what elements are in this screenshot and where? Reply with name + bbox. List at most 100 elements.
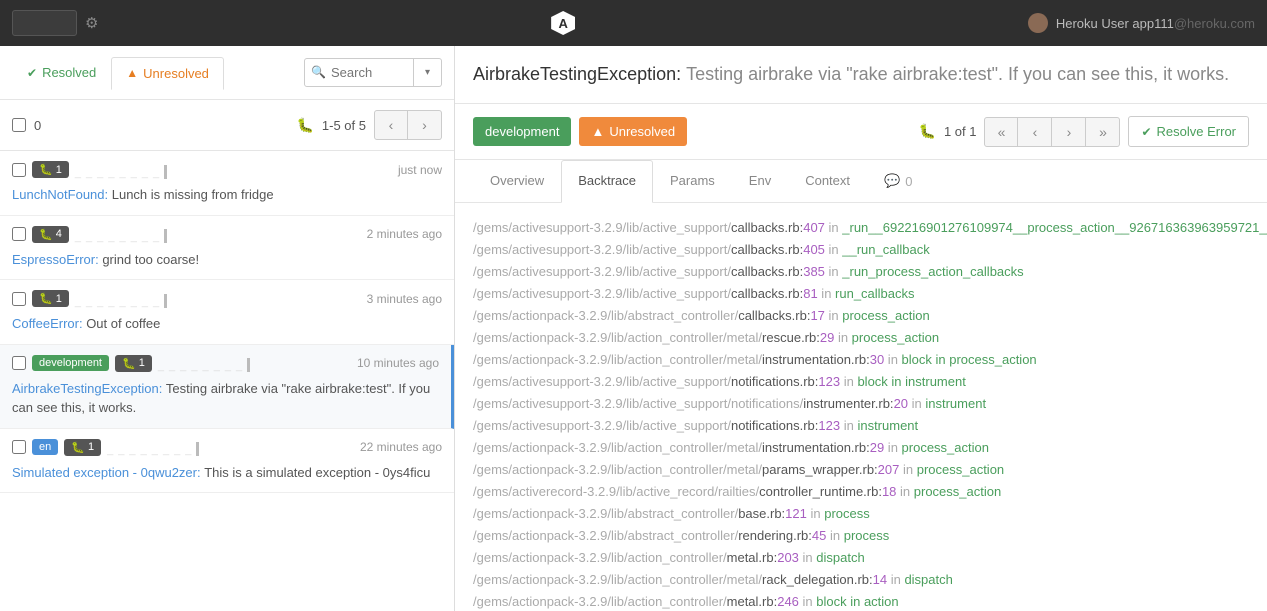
bt-function: process_action: [842, 308, 929, 323]
error-message: Lunch is missing from fridge: [112, 187, 274, 202]
error-item[interactable]: 🐛 4 _ _ _ _ _ _ _ _ 2 minutes agoEspress…: [0, 216, 454, 281]
backtrace-line: /gems/actionpack-3.2.9/lib/action_contro…: [473, 327, 1249, 349]
last-button[interactable]: »: [1086, 117, 1120, 147]
bug-icon: 🐛: [296, 117, 313, 134]
error-type-label: AirbrakeTestingException:: [12, 381, 166, 396]
prev-button[interactable]: ‹: [1018, 117, 1052, 147]
next-page-button[interactable]: ›: [408, 110, 442, 140]
env-badge[interactable]: development: [473, 117, 571, 146]
badge: development: [32, 355, 109, 371]
bt-path: /gems/activesupport-3.2.9/lib/active_sup…: [473, 286, 731, 301]
search-dropdown[interactable]: ▾: [414, 58, 442, 87]
bt-in: in: [840, 418, 857, 433]
error-type-label: EspressoError:: [12, 252, 102, 267]
bt-file: rescue.rb:: [762, 330, 820, 345]
bt-function: instrument: [857, 418, 918, 433]
badge: 🐛 4: [32, 226, 69, 243]
bt-function: block in action: [816, 594, 898, 609]
error-item[interactable]: en🐛 1 _ _ _ _ _ _ _ _ 22 minutes agoSimu…: [0, 429, 454, 494]
tab-context[interactable]: Context: [788, 160, 867, 202]
bt-path: /gems/activesupport-3.2.9/lib/active_sup…: [473, 396, 803, 411]
user-menu[interactable]: Heroku User app111@heroku.com: [1028, 13, 1255, 33]
bt-lineno: 14: [873, 572, 887, 587]
sparkline: _ _ _ _ _ _ _ _: [107, 442, 199, 452]
bt-function: _run_process_action_callbacks: [842, 264, 1023, 279]
bt-path: /gems/activerecord-3.2.9/lib/active_reco…: [473, 484, 759, 499]
bt-in: in: [825, 264, 842, 279]
error-checkbox[interactable]: [12, 292, 26, 306]
bt-path: /gems/actionpack-3.2.9/lib/action_contro…: [473, 572, 762, 587]
bt-function: _run__692216901276109974__process_action…: [842, 220, 1267, 235]
error-checkbox[interactable]: [12, 163, 26, 177]
bt-function: block in process_action: [902, 352, 1037, 367]
detail-pager-label: 1 of 1: [944, 124, 977, 139]
bt-path: /gems/activesupport-3.2.9/lib/active_sup…: [473, 242, 731, 257]
bug-icon: 🐛: [39, 292, 53, 305]
bt-path: /gems/actionpack-3.2.9/lib/action_contro…: [473, 550, 727, 565]
error-checkbox[interactable]: [12, 356, 26, 370]
status-badge[interactable]: ▲Unresolved: [579, 117, 687, 146]
error-type-label: LunchNotFound:: [12, 187, 112, 202]
bt-lineno: 123: [818, 418, 840, 433]
prev-page-button[interactable]: ‹: [374, 110, 408, 140]
logo[interactable]: A: [551, 11, 575, 35]
check-icon: ✔: [27, 66, 37, 80]
bt-in: in: [825, 220, 842, 235]
bt-path: /gems/actionpack-3.2.9/lib/action_contro…: [473, 352, 762, 367]
bt-path: /gems/actionpack-3.2.9/lib/action_contro…: [473, 330, 762, 345]
bt-lineno: 123: [818, 374, 840, 389]
bug-icon: 🐛: [919, 123, 936, 140]
backtrace-line: /gems/activesupport-3.2.9/lib/active_sup…: [473, 239, 1249, 261]
resolve-button[interactable]: ✔Resolve Error: [1128, 116, 1249, 147]
tab-env[interactable]: Env: [732, 160, 788, 202]
error-title: Simulated exception - 0qwu2zer: This is …: [12, 463, 442, 483]
error-type-label: CoffeeError:: [12, 316, 86, 331]
sparkline: _ _ _ _ _ _ _ _: [75, 165, 167, 175]
tab-overview[interactable]: Overview: [473, 160, 561, 202]
error-item[interactable]: 🐛 1 _ _ _ _ _ _ _ _ 3 minutes agoCoffeeE…: [0, 280, 454, 345]
tab-resolved-label: Resolved: [42, 65, 96, 80]
app-selector[interactable]: [12, 10, 77, 36]
badge: en: [32, 439, 58, 455]
next-button[interactable]: ›: [1052, 117, 1086, 147]
backtrace-line: /gems/actionpack-3.2.9/lib/abstract_cont…: [473, 525, 1249, 547]
bt-path: /gems/activesupport-3.2.9/lib/active_sup…: [473, 374, 731, 389]
error-message: This is a simulated exception - 0ys4ficu: [204, 465, 430, 480]
backtrace-line: /gems/activesupport-3.2.9/lib/active_sup…: [473, 371, 1249, 393]
warning-icon: ▲: [126, 66, 138, 80]
bug-icon: 🐛: [122, 357, 136, 370]
gear-icon[interactable]: ⚙: [85, 14, 98, 32]
tab-unresolved[interactable]: ▲Unresolved: [111, 57, 224, 90]
bt-function: instrument: [925, 396, 986, 411]
tab-comments[interactable]: 💬0: [867, 160, 929, 202]
tab-backtrace[interactable]: Backtrace: [561, 160, 653, 203]
tab-params[interactable]: Params: [653, 160, 732, 202]
bug-icon: 🐛: [39, 163, 53, 176]
bt-path: /gems/activesupport-3.2.9/lib/active_sup…: [473, 264, 731, 279]
error-type-label: Simulated exception - 0qwu2zer:: [12, 465, 204, 480]
badge: 🐛 1: [64, 439, 101, 456]
select-all-checkbox[interactable]: [12, 118, 26, 132]
backtrace-line: /gems/actionpack-3.2.9/lib/abstract_cont…: [473, 503, 1249, 525]
tab-resolved[interactable]: ✔ Resolved: [12, 56, 111, 89]
bt-function: dispatch: [816, 550, 864, 565]
bt-path: /gems/activesupport-3.2.9/lib/active_sup…: [473, 220, 731, 235]
error-title: CoffeeError: Out of coffee: [12, 314, 442, 334]
bt-lineno: 29: [820, 330, 834, 345]
error-item[interactable]: 🐛 1 _ _ _ _ _ _ _ _ just nowLunchNotFoun…: [0, 151, 454, 216]
error-item[interactable]: development🐛 1 _ _ _ _ _ _ _ _ 10 minute…: [0, 345, 454, 429]
first-button[interactable]: «: [984, 117, 1018, 147]
bt-file: metal.rb:: [727, 594, 778, 609]
error-checkbox[interactable]: [12, 440, 26, 454]
sparkline: _ _ _ _ _ _ _ _: [75, 229, 167, 239]
exception-message: Testing airbrake via "rake airbrake:test…: [686, 64, 1229, 84]
bt-in: in: [825, 242, 842, 257]
error-message: grind too coarse!: [102, 252, 199, 267]
error-checkbox[interactable]: [12, 227, 26, 241]
bug-icon: 🐛: [39, 228, 53, 241]
bt-file: instrumenter.rb:: [803, 396, 893, 411]
bt-lineno: 385: [803, 264, 825, 279]
bt-path: /gems/actionpack-3.2.9/lib/abstract_cont…: [473, 528, 738, 543]
bt-lineno: 30: [870, 352, 884, 367]
bt-file: notifications.rb:: [731, 374, 818, 389]
